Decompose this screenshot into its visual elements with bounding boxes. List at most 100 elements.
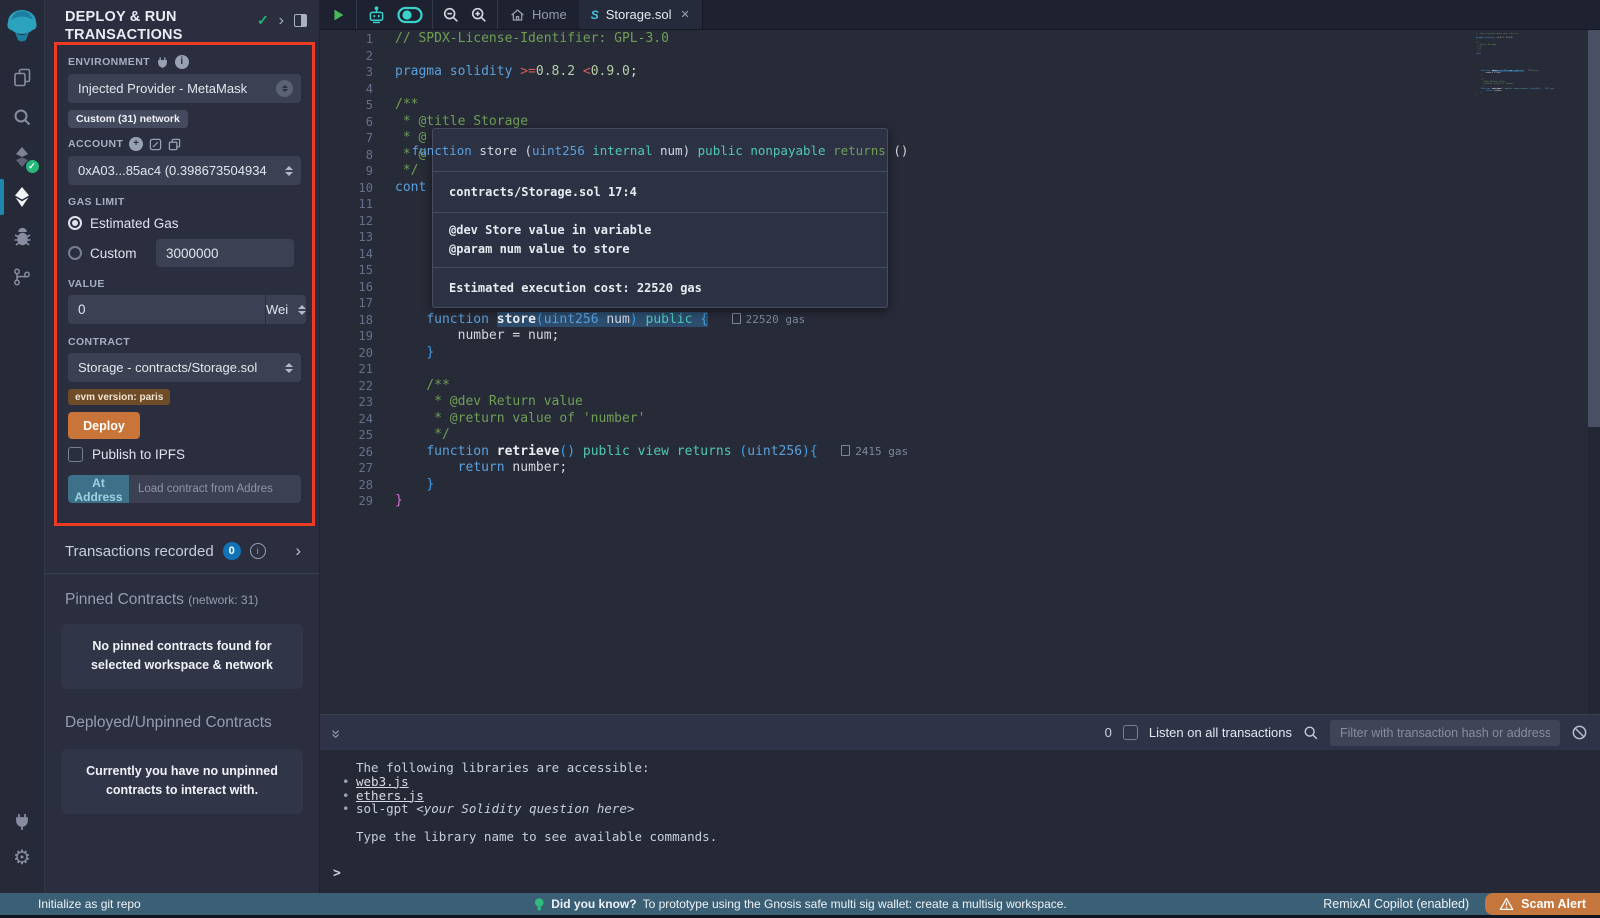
value-unit-select[interactable]: Wei: [265, 295, 306, 324]
terminal-link[interactable]: ethers.js: [356, 788, 424, 803]
terminal-toolbar: » 0 Listen on all transactions: [320, 714, 1600, 750]
scam-alert-button[interactable]: Scam Alert: [1485, 893, 1600, 915]
scrollbar-thumb[interactable]: [1588, 30, 1600, 427]
pinned-network-suffix: (network: 31): [188, 593, 258, 607]
tab-home[interactable]: Home: [498, 0, 579, 29]
tab-storage-sol[interactable]: S Storage.sol ✕: [579, 0, 703, 29]
listen-all-transactions-checkbox[interactable]: [1123, 725, 1138, 740]
plug-icon: [156, 56, 169, 69]
gas-limit-label: GAS LIMIT: [68, 196, 125, 208]
network-badge: Custom (31) network: [68, 110, 188, 128]
environment-info-icon[interactable]: i: [175, 55, 189, 69]
deployed-contracts-title: Deployed/Unpinned Contracts: [65, 714, 272, 731]
copilot-status[interactable]: RemixAI Copilot (enabled): [1323, 897, 1469, 911]
git-icon[interactable]: [0, 257, 45, 297]
deployed-empty-state: Currently you have no unpinned contracts…: [61, 749, 303, 814]
tip-text: To prototype using the Gnosis safe multi…: [643, 897, 1067, 911]
lightbulb-icon: [533, 897, 545, 912]
pinned-empty-state: No pinned contracts found for selected w…: [61, 624, 303, 689]
tooltip-gas-estimate: Estimated execution cost: 22520 gas: [433, 268, 887, 307]
search-icon[interactable]: [0, 97, 45, 137]
plugin-manager-icon[interactable]: [12, 812, 32, 832]
select-arrows-icon: [285, 166, 293, 176]
edit-account-icon[interactable]: [149, 138, 162, 151]
tooltip-doc: @dev Store value in variable @param num …: [433, 213, 887, 268]
tooltip-signature: function store (uint256 internal num) pu…: [433, 129, 887, 172]
select-arrows-icon: [285, 363, 293, 373]
ai-copilot-robot-icon[interactable]: [366, 5, 387, 25]
environment-label: ENVIRONMENT: [68, 56, 150, 68]
add-account-icon[interactable]: +: [129, 137, 143, 151]
compile-success-badge: ✓: [26, 160, 39, 173]
highlight-red-box: ENVIRONMENT i Injected Provider - MetaMa…: [54, 42, 315, 526]
warning-icon: [1499, 897, 1514, 911]
panel-divider: [45, 573, 319, 574]
remix-logo[interactable]: [3, 5, 41, 47]
tip-bold-text: Did you know?: [551, 897, 636, 911]
editor-scrollbar: [1588, 30, 1600, 714]
terminal-collapse-icon[interactable]: »: [326, 729, 344, 736]
status-bar: Initialize as git repo Did you know? To …: [0, 893, 1600, 915]
debugger-icon[interactable]: [0, 217, 45, 257]
transactions-expand-icon[interactable]: ›: [295, 541, 301, 561]
publish-ipfs-checkbox[interactable]: [68, 447, 83, 462]
terminal: » 0 Listen on all transactions The follo…: [320, 714, 1600, 893]
hover-tooltip: function store (uint256 internal num) pu…: [432, 128, 888, 308]
contract-label: CONTRACT: [68, 336, 130, 348]
copy-account-icon[interactable]: [168, 138, 181, 151]
git-init-button[interactable]: Initialize as git repo: [38, 897, 141, 911]
solidity-compiler-icon[interactable]: ✓: [0, 137, 45, 177]
did-you-know-tip: Did you know? To prototype using the Gno…: [533, 897, 1067, 912]
pin-panel-icon[interactable]: [294, 14, 307, 27]
transaction-filter-input[interactable]: [1330, 720, 1560, 746]
home-icon: [510, 8, 525, 22]
line-number-gutter: 1234567891011121314151617181920212223242…: [320, 31, 382, 510]
custom-gas-input[interactable]: [156, 239, 294, 267]
file-explorer-icon[interactable]: [0, 57, 45, 97]
deploy-run-icon[interactable]: [0, 177, 45, 217]
close-tab-icon[interactable]: ✕: [680, 8, 689, 21]
custom-gas-label: Custom: [90, 246, 156, 261]
estimated-gas-radio[interactable]: [68, 216, 82, 230]
environment-select[interactable]: Injected Provider - MetaMask: [68, 74, 301, 103]
transactions-count-badge: 0: [223, 542, 241, 560]
tooltip-location: contracts/Storage.sol 17:4: [433, 172, 887, 213]
select-arrows-icon: [298, 305, 306, 315]
solidity-file-icon: S: [591, 8, 599, 22]
pinned-contracts-title: Pinned Contracts: [65, 591, 188, 608]
publish-ipfs-label: Publish to IPFS: [92, 447, 185, 462]
estimated-gas-label: Estimated Gas: [90, 216, 179, 231]
terminal-tx-count: 0: [1105, 725, 1112, 740]
terminal-link[interactable]: web3.js: [356, 774, 409, 789]
value-input[interactable]: [68, 295, 265, 324]
zoom-out-button[interactable]: [442, 6, 460, 24]
transactions-recorded-label: Transactions recorded: [65, 543, 214, 560]
copilot-toggle[interactable]: [397, 6, 423, 24]
at-address-input[interactable]: [129, 475, 301, 503]
contract-select[interactable]: Storage - contracts/Storage.sol: [68, 353, 301, 382]
deploy-run-panel: DEPLOY & RUN TRANSACTIONS ✓ › ENVIRONMEN…: [45, 0, 320, 893]
compiled-check-icon: ✓: [257, 12, 269, 29]
terminal-output: The following libraries are accessible:•…: [320, 750, 1600, 893]
icon-rail: ✓: [0, 0, 45, 893]
settings-icon[interactable]: ⚙: [13, 848, 31, 869]
remix-ide-window: ✓: [0, 0, 1600, 918]
editor-tabbar: Home S Storage.sol ✕: [320, 0, 1600, 30]
select-arrows-icon: [276, 80, 293, 97]
deploy-button[interactable]: Deploy: [68, 412, 140, 439]
value-label: VALUE: [68, 278, 105, 290]
editor-region: Home S Storage.sol ✕ 1234567891011121314…: [320, 0, 1600, 714]
zoom-in-button[interactable]: [470, 6, 488, 24]
terminal-search-icon: [1303, 725, 1319, 741]
evm-version-badge: evm version: paris: [68, 389, 170, 405]
account-select[interactable]: 0xA03...85ac4 (0.398673504934: [68, 156, 301, 185]
editor-minimap[interactable]: // SPDX-License-Identifier: GPL-3.0pragm…: [1476, 33, 1556, 96]
forward-chevron-icon[interactable]: ›: [279, 13, 284, 29]
transactions-info-icon[interactable]: i: [250, 543, 266, 559]
custom-gas-radio[interactable]: [68, 246, 82, 260]
clear-console-icon[interactable]: [1571, 724, 1588, 741]
listen-all-transactions-label: Listen on all transactions: [1149, 725, 1292, 740]
terminal-prompt[interactable]: >: [333, 866, 341, 881]
at-address-button[interactable]: At Address: [68, 475, 129, 503]
run-script-button[interactable]: [329, 6, 347, 24]
